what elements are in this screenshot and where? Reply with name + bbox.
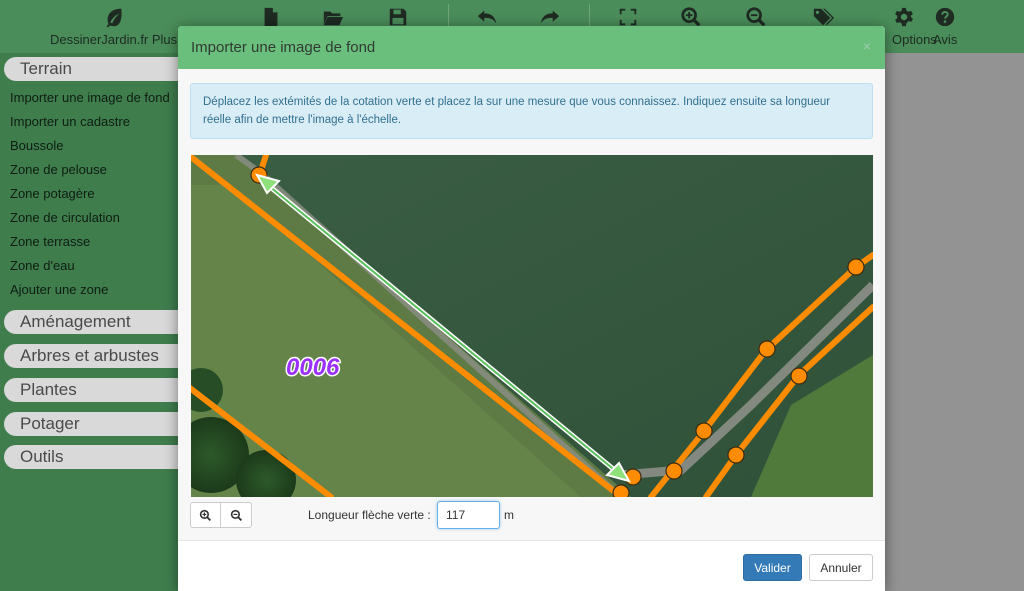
menu-item-lawn-zone[interactable]: Zone de pelouse bbox=[10, 162, 107, 177]
tags-icon bbox=[813, 8, 834, 26]
map-zoom-in-button[interactable] bbox=[190, 502, 221, 528]
section-outils[interactable]: Outils bbox=[4, 445, 194, 469]
map-zoom-out-button[interactable] bbox=[221, 502, 252, 528]
dialog-body: Déplacez les extémités de la cotation ve… bbox=[178, 69, 885, 545]
menu-item-add-zone[interactable]: Ajouter une zone bbox=[10, 282, 108, 297]
save-button[interactable] bbox=[387, 6, 409, 28]
zoom-out-icon bbox=[230, 509, 242, 521]
menu-item-vegetable-zone[interactable]: Zone potagère bbox=[10, 186, 95, 201]
dialog-title: Importer une image de fond bbox=[191, 39, 376, 56]
zoom-in-icon bbox=[681, 7, 701, 27]
validate-button[interactable]: Valider bbox=[743, 554, 802, 581]
zoom-out-icon bbox=[746, 7, 766, 27]
length-unit: m bbox=[504, 508, 514, 522]
map-zoom-controls bbox=[190, 502, 252, 528]
info-alert: Déplacez les extémités de la cotation ve… bbox=[190, 83, 873, 139]
section-amenagement[interactable]: Aménagement bbox=[4, 310, 194, 334]
zoom-in-icon bbox=[199, 509, 212, 521]
undo-button[interactable] bbox=[476, 6, 498, 28]
section-potager[interactable]: Potager bbox=[4, 412, 194, 436]
menu-item-path-zone[interactable]: Zone de circulation bbox=[10, 210, 120, 225]
menu-item-water-zone[interactable]: Zone d'eau bbox=[10, 258, 75, 273]
menu-item-import-cadastre[interactable]: Importer un cadastre bbox=[10, 114, 130, 129]
fullscreen-button[interactable] bbox=[617, 6, 639, 28]
gear-icon bbox=[895, 7, 914, 27]
brand[interactable]: DessinerJardin.fr Plus bbox=[50, 6, 177, 47]
canvas-overlay bbox=[884, 53, 1024, 591]
section-arbres-arbustes[interactable]: Arbres et arbustes bbox=[4, 344, 194, 368]
dialog-footer: Valider Annuler bbox=[178, 540, 885, 591]
new-file-button[interactable] bbox=[260, 6, 282, 28]
redo-button[interactable] bbox=[539, 6, 561, 28]
zoom-in-button[interactable] bbox=[680, 6, 702, 28]
section-terrain[interactable]: Terrain bbox=[4, 57, 194, 81]
length-input[interactable] bbox=[437, 501, 500, 529]
sidebar: Terrain Importer une image de fond Impor… bbox=[0, 53, 194, 591]
cancel-button[interactable]: Annuler bbox=[809, 554, 873, 581]
folder-open-icon bbox=[323, 11, 344, 26]
length-label: Longueur flèche verte : bbox=[308, 508, 431, 522]
parcel-number-label: 0006 bbox=[286, 354, 340, 381]
save-icon bbox=[389, 8, 407, 26]
aerial-image-canvas[interactable]: 0006 bbox=[191, 155, 873, 497]
close-icon[interactable]: × bbox=[863, 38, 871, 54]
brand-label: DessinerJardin.fr Plus bbox=[50, 32, 178, 47]
tags-button[interactable] bbox=[812, 6, 834, 28]
avis-label: Avis bbox=[933, 32, 958, 47]
help-icon bbox=[935, 7, 955, 27]
redo-icon bbox=[540, 10, 560, 24]
import-background-dialog: Importer une image de fond × Déplacez le… bbox=[178, 26, 885, 591]
zoom-out-button[interactable] bbox=[745, 6, 767, 28]
open-button[interactable] bbox=[322, 6, 344, 28]
options-label: Options bbox=[892, 32, 937, 47]
section-plantes[interactable]: Plantes bbox=[4, 378, 194, 402]
new-file-icon bbox=[264, 7, 278, 27]
menu-item-compass[interactable]: Boussole bbox=[10, 138, 63, 153]
menu-item-terrace-zone[interactable]: Zone terrasse bbox=[10, 234, 90, 249]
menu-item-import-background[interactable]: Importer une image de fond bbox=[10, 90, 170, 105]
avis-button[interactable]: Avis bbox=[933, 6, 957, 47]
dialog-header: Importer une image de fond × bbox=[178, 26, 885, 69]
undo-icon bbox=[477, 10, 497, 24]
leaf-icon bbox=[106, 8, 122, 28]
fullscreen-icon bbox=[619, 8, 637, 26]
